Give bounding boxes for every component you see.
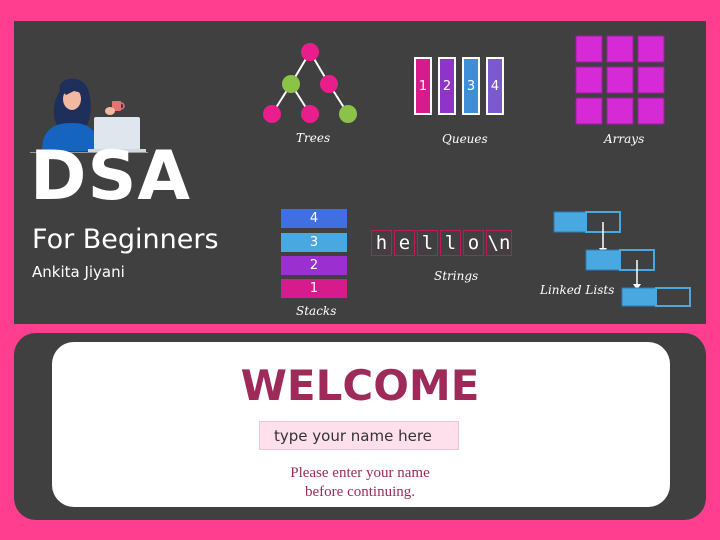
strings-caption: Strings bbox=[434, 269, 479, 283]
message-line: Please enter your name bbox=[290, 465, 430, 481]
message-line: before continuing. bbox=[305, 484, 415, 500]
stack-item: 3 bbox=[281, 233, 347, 252]
queue-item: 2 bbox=[438, 57, 456, 115]
string-char: l bbox=[417, 230, 438, 256]
string-char: \n bbox=[486, 230, 512, 256]
linked-lists-caption: Linked Lists bbox=[540, 283, 615, 297]
queue-item: 3 bbox=[462, 57, 480, 115]
welcome-heading: WELCOME bbox=[240, 361, 480, 410]
stack-item: 4 bbox=[281, 209, 347, 228]
string-char: e bbox=[394, 230, 415, 256]
name-input[interactable] bbox=[259, 421, 459, 450]
queue-item: 4 bbox=[486, 57, 504, 115]
stack-item: 2 bbox=[281, 256, 347, 275]
string-char: l bbox=[440, 230, 461, 256]
string-cells: h e l l o \n bbox=[371, 230, 514, 256]
arrays-caption: Arrays bbox=[604, 132, 645, 146]
author-name: Ankita Jiyani bbox=[32, 263, 125, 281]
trees-caption: Trees bbox=[296, 131, 331, 145]
name-prompt-message: Please enter your name before continuing… bbox=[0, 464, 720, 502]
stacks-caption: Stacks bbox=[296, 304, 337, 318]
arrays-icon bbox=[575, 35, 665, 125]
trees-icon bbox=[263, 43, 357, 123]
string-char: h bbox=[371, 230, 392, 256]
queues-caption: Queues bbox=[442, 132, 488, 146]
string-char: o bbox=[463, 230, 484, 256]
page-subtitle: For Beginners bbox=[32, 224, 219, 255]
queue-item: 1 bbox=[414, 57, 432, 115]
stack-item: 1 bbox=[281, 279, 347, 298]
page-title: DSA bbox=[30, 137, 192, 216]
